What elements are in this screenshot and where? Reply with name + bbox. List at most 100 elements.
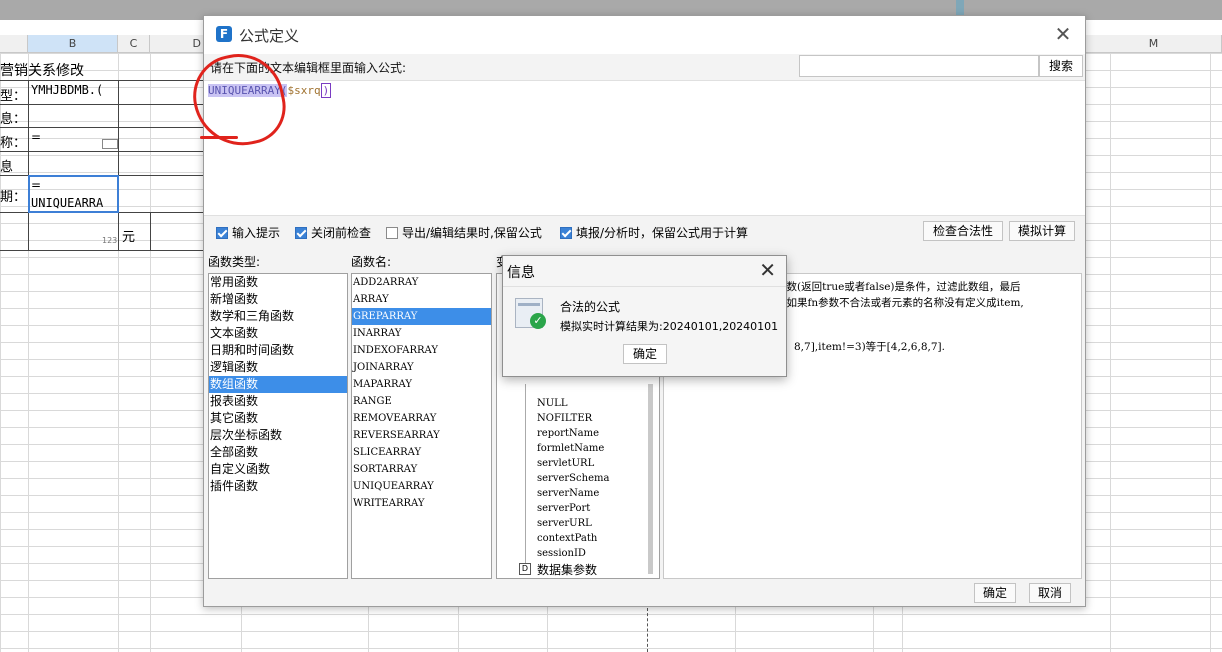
function-name-item[interactable]: SORTARRAY bbox=[352, 461, 491, 478]
option-label: 导出/编辑结果时,保留公式 bbox=[402, 226, 542, 240]
function-name-item[interactable]: UNIQUEARRAY bbox=[352, 478, 491, 495]
cell-type-value[interactable]: YMHJBDMB.( bbox=[31, 83, 103, 97]
variable-item[interactable]: NULL bbox=[537, 398, 567, 409]
variable-item[interactable]: sessionID bbox=[537, 548, 586, 559]
function-type-item[interactable]: 数组函数 bbox=[209, 376, 347, 393]
document-success-icon: ✓ bbox=[515, 298, 546, 329]
formula-param: $sxrq bbox=[287, 84, 321, 97]
function-type-item[interactable]: 数学和三角函数 bbox=[209, 308, 347, 325]
cell-date-eq: = bbox=[31, 178, 42, 192]
close-icon[interactable]: ✕ bbox=[759, 258, 776, 282]
formula-function: UNIQUEARRAY bbox=[208, 84, 281, 97]
form-border bbox=[0, 151, 203, 152]
cell-date-formula: UNIQUEARRA bbox=[31, 196, 104, 210]
row-label-info: 息： bbox=[0, 112, 27, 127]
divider bbox=[503, 286, 786, 287]
check-validity-button[interactable]: 检查合法性 bbox=[923, 221, 1003, 241]
option-label: 关闭前检查 bbox=[311, 226, 372, 240]
checkbox-checked-icon[interactable] bbox=[216, 226, 228, 239]
function-type-item[interactable]: 插件函数 bbox=[209, 478, 347, 495]
checkbox-checked-icon[interactable] bbox=[560, 226, 572, 239]
cancel-button[interactable]: 取消 bbox=[1029, 583, 1071, 603]
function-type-item[interactable]: 新增函数 bbox=[209, 291, 347, 308]
row-label-info2: 息 bbox=[0, 160, 14, 175]
page-break-line bbox=[647, 608, 648, 652]
function-name-item[interactable]: INARRAY bbox=[352, 325, 491, 342]
formula-editor[interactable]: UNIQUEARRAY($sxrq) bbox=[204, 80, 1085, 216]
tree-node-label[interactable]: 数据集参数 bbox=[537, 561, 597, 578]
function-name-item[interactable]: REVERSEARRAY bbox=[352, 427, 491, 444]
function-type-item[interactable]: 全部函数 bbox=[209, 444, 347, 461]
info-message: 合法的公式 bbox=[560, 300, 621, 314]
column-header-d[interactable]: D bbox=[150, 35, 210, 53]
function-name-item[interactable]: GREPARRAY bbox=[352, 308, 491, 325]
function-type-item[interactable]: 常用函数 bbox=[209, 274, 347, 291]
dialog-titlebar[interactable]: F 公式定义 ✕ bbox=[204, 16, 1085, 54]
variable-item[interactable]: serverName bbox=[537, 488, 599, 499]
dialog-title: 公式定义 bbox=[239, 27, 300, 45]
info-dialog: 信息 ✕ ✓ 合法的公式 模拟实时计算结果为:20240101,20240101… bbox=[502, 255, 787, 377]
variable-item[interactable]: serverSchema bbox=[537, 473, 609, 484]
variable-item[interactable]: contextPath bbox=[537, 533, 597, 544]
column-header-b[interactable]: B bbox=[28, 35, 118, 53]
function-name-item[interactable]: ARRAY bbox=[352, 291, 491, 308]
search-button[interactable]: 搜索 bbox=[1039, 55, 1083, 77]
formula-close-paren: ) bbox=[320, 83, 332, 98]
form-border bbox=[118, 80, 119, 250]
info-ok-button[interactable]: 确定 bbox=[623, 344, 667, 364]
function-name-item[interactable]: SLICEARRAY bbox=[352, 444, 491, 461]
function-name-item[interactable]: REMOVEARRAY bbox=[352, 410, 491, 427]
function-type-item[interactable]: 自定义函数 bbox=[209, 461, 347, 478]
function-type-item[interactable]: 日期和时间函数 bbox=[209, 342, 347, 359]
cell-name-formula[interactable]: = bbox=[31, 130, 41, 144]
function-name-list[interactable]: ADD2ARRAY ARRAY GREPARRAY INARRAY INDEXOFARR… bbox=[351, 273, 492, 579]
function-name-item[interactable]: INDEXOFARRAY bbox=[352, 342, 491, 359]
ok-button[interactable]: 确定 bbox=[974, 583, 1016, 603]
function-type-item[interactable]: 逻辑函数 bbox=[209, 359, 347, 376]
option-label: 填报/分析时，保留公式用于计算 bbox=[576, 226, 749, 240]
document-header-bar bbox=[518, 303, 540, 306]
scrollbar[interactable] bbox=[648, 384, 653, 574]
function-type-item[interactable]: 其它函数 bbox=[209, 410, 347, 427]
checkbox-unchecked-icon[interactable] bbox=[386, 226, 398, 239]
checkbox-checked-icon[interactable] bbox=[295, 226, 307, 239]
close-icon[interactable]: ✕ bbox=[1051, 22, 1075, 46]
row-header-corner bbox=[0, 35, 28, 53]
cell-widget-icon bbox=[102, 139, 118, 149]
variable-item[interactable]: serverURL bbox=[537, 518, 592, 529]
option-input-hint[interactable]: 输入提示 bbox=[216, 224, 280, 241]
function-name-item[interactable]: MAPARRAY bbox=[352, 376, 491, 393]
column-header-m[interactable]: M bbox=[1086, 35, 1222, 53]
row-label-name: 称： bbox=[0, 136, 27, 151]
option-keep-formula-fill[interactable]: 填报/分析时，保留公式用于计算 bbox=[560, 224, 748, 241]
unit-label: 元 bbox=[122, 230, 136, 245]
function-type-item[interactable]: 报表函数 bbox=[209, 393, 347, 410]
function-name-label: 函数名: bbox=[351, 255, 392, 269]
option-check-before-close[interactable]: 关闭前检查 bbox=[295, 224, 371, 241]
search-input[interactable] bbox=[799, 55, 1039, 77]
function-type-list[interactable]: 常用函数 新增函数 数学和三角函数 文本函数 日期和时间函数 逻辑函数 数组函数 报表函数 其它… bbox=[208, 273, 348, 579]
variable-item[interactable]: serverPort bbox=[537, 503, 590, 514]
cell-number-badge: 123 bbox=[102, 236, 118, 245]
option-keep-formula-export[interactable]: 导出/编辑结果时,保留公式 bbox=[386, 224, 542, 241]
sheet-title: 营销关系修改 bbox=[0, 63, 84, 79]
check-circle-icon: ✓ bbox=[530, 313, 546, 329]
variable-item[interactable]: servletURL bbox=[537, 458, 594, 469]
variable-item[interactable]: NOFILTER bbox=[537, 413, 592, 424]
column-header-c[interactable]: C bbox=[118, 35, 150, 53]
function-type-item[interactable]: 文本函数 bbox=[209, 325, 347, 342]
function-name-item[interactable]: ADD2ARRAY bbox=[352, 274, 491, 291]
function-type-item[interactable]: 层次坐标函数 bbox=[209, 427, 347, 444]
tree-node-label[interactable]: 报表参数 bbox=[537, 577, 585, 578]
info-result: 模拟实时计算结果为:20240101,20240101 bbox=[560, 320, 779, 333]
function-name-item[interactable]: JOINARRAY bbox=[352, 359, 491, 376]
form-border bbox=[0, 250, 203, 251]
variable-item[interactable]: reportName bbox=[537, 428, 599, 439]
simulate-button[interactable]: 模拟计算 bbox=[1009, 221, 1075, 241]
variable-item[interactable]: formletName bbox=[537, 443, 604, 454]
description-line-3: 8,7],item!=3)等于[4,2,6,8,7]. bbox=[794, 341, 945, 353]
grid-vline bbox=[1110, 53, 1111, 652]
function-name-item[interactable]: WRITEARRAY bbox=[352, 495, 491, 512]
red-annotation-stroke bbox=[200, 136, 238, 139]
function-name-item[interactable]: RANGE bbox=[352, 393, 491, 410]
